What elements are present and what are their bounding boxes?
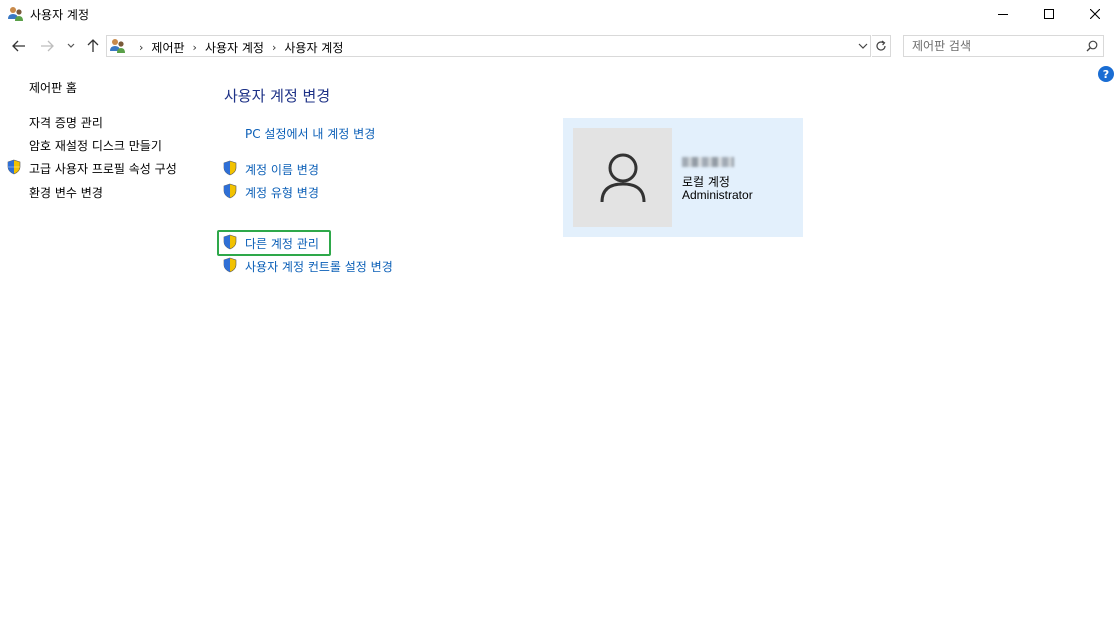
refresh-icon bbox=[876, 40, 886, 51]
account-role-label: Administrator bbox=[682, 188, 753, 202]
arrow-left-icon bbox=[12, 40, 25, 52]
breadcrumb-item-user-accounts-current[interactable]: 사용자 계정 bbox=[284, 39, 343, 56]
left-link-control-panel-home[interactable]: 제어판 홈 bbox=[29, 79, 77, 96]
address-dropdown-button[interactable] bbox=[855, 36, 871, 56]
search-box bbox=[903, 35, 1104, 57]
arrow-up-icon bbox=[87, 39, 99, 52]
user-account-card: 로컬 계정 Administrator bbox=[563, 118, 803, 237]
uac-shield-icon bbox=[222, 234, 238, 253]
left-link-environment-variables[interactable]: 환경 변수 변경 bbox=[29, 184, 103, 201]
chevron-right-icon[interactable]: › bbox=[193, 41, 197, 54]
chevron-down-icon bbox=[858, 43, 868, 49]
breadcrumb-item-control-panel[interactable]: 제어판 bbox=[151, 39, 184, 56]
window-title: 사용자 계정 bbox=[30, 8, 90, 22]
user-icon bbox=[600, 153, 645, 202]
search-input[interactable] bbox=[904, 36, 1080, 56]
user-name-redacted bbox=[682, 157, 734, 167]
page-title: 사용자 계정 변경 bbox=[224, 87, 331, 105]
back-button[interactable] bbox=[8, 36, 30, 56]
avatar[interactable] bbox=[573, 128, 672, 227]
users-icon bbox=[109, 37, 127, 55]
minimize-icon bbox=[998, 14, 1008, 15]
control-panel-window: 사용자 계정 › 제어판 › 사용자 계정 › 사용자 계정 제어판 검색 ? … bbox=[0, 0, 1118, 626]
uac-shield-icon bbox=[6, 159, 22, 178]
users-icon bbox=[7, 5, 25, 23]
left-link-manage-credentials[interactable]: 자격 증명 관리 bbox=[29, 114, 103, 131]
recent-locations-button[interactable] bbox=[64, 36, 78, 56]
up-button[interactable] bbox=[82, 36, 104, 56]
task-change-account-type[interactable]: 계정 유형 변경 bbox=[223, 183, 319, 201]
help-button[interactable]: ? bbox=[1098, 66, 1114, 82]
help-icon: ? bbox=[1102, 67, 1110, 81]
left-link-password-reset-disk[interactable]: 암호 재설정 디스크 만들기 bbox=[29, 137, 162, 154]
task-manage-another-account[interactable]: 다른 계정 관리 bbox=[223, 234, 319, 252]
breadcrumb: › 제어판 › 사용자 계정 › 사용자 계정 bbox=[131, 39, 343, 56]
refresh-button[interactable] bbox=[872, 35, 891, 57]
minimize-button[interactable] bbox=[980, 0, 1026, 28]
maximize-icon bbox=[1044, 9, 1054, 19]
task-change-account-name[interactable]: 계정 이름 변경 bbox=[223, 160, 319, 178]
title-bar: 사용자 계정 bbox=[0, 0, 1118, 28]
left-link-advanced-profile-properties[interactable]: 고급 사용자 프로필 속성 구성 bbox=[7, 159, 177, 177]
close-button[interactable] bbox=[1072, 0, 1118, 28]
chevron-right-icon[interactable]: › bbox=[139, 41, 143, 54]
maximize-button[interactable] bbox=[1026, 0, 1072, 28]
chevron-right-icon[interactable]: › bbox=[272, 41, 276, 54]
task-change-account-in-pc-settings[interactable]: PC 설정에서 내 계정 변경 bbox=[245, 125, 375, 142]
address-bar[interactable]: › 제어판 › 사용자 계정 › 사용자 계정 bbox=[106, 35, 871, 57]
uac-shield-icon bbox=[222, 160, 238, 179]
search-icon[interactable] bbox=[1084, 38, 1100, 54]
chevron-down-icon bbox=[67, 43, 75, 48]
uac-shield-icon bbox=[222, 257, 238, 276]
close-icon bbox=[1090, 9, 1100, 19]
forward-button[interactable] bbox=[36, 36, 58, 56]
arrow-right-icon bbox=[41, 40, 54, 52]
breadcrumb-item-user-accounts[interactable]: 사용자 계정 bbox=[205, 39, 264, 56]
navigation-bar: › 제어판 › 사용자 계정 › 사용자 계정 bbox=[0, 30, 1118, 62]
task-change-uac-settings[interactable]: 사용자 계정 컨트롤 설정 변경 bbox=[223, 257, 393, 275]
uac-shield-icon bbox=[222, 183, 238, 202]
